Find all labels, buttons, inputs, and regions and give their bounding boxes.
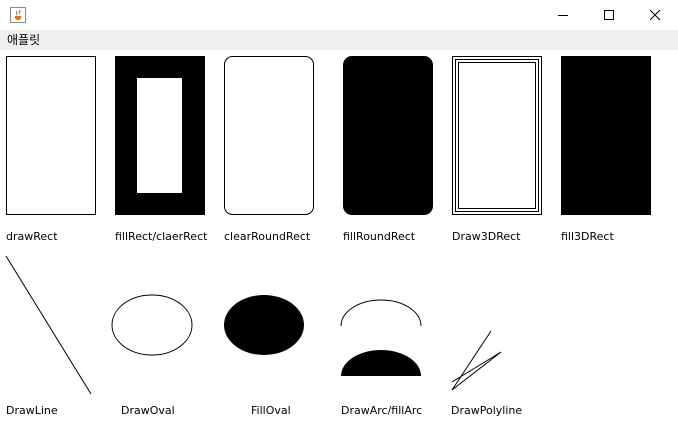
fill-arc-shape: [341, 350, 421, 376]
menu-bar: 애플릿: [0, 30, 678, 50]
draw-oval-shape: [111, 294, 193, 356]
clear-rect-shape: [137, 78, 182, 193]
label-fill-3d-rect: fill3DRect: [561, 230, 614, 243]
maximize-button[interactable]: [586, 0, 632, 30]
label-draw-polyline: DrawPolyline: [451, 404, 523, 417]
label-draw-arc: DrawArc/fillArc: [341, 404, 423, 417]
draw-rect-shape: [6, 56, 96, 215]
draw-arc-shape: [340, 299, 422, 327]
label-fill-oval: FillOval: [251, 404, 291, 417]
fill-3d-rect-shape: [561, 56, 651, 215]
label-fill-rect: fillRect/claerRect: [115, 230, 208, 243]
round-rect-shape: [224, 56, 314, 215]
maximize-icon: [604, 10, 614, 20]
draw-polyline-shape: [451, 330, 502, 391]
close-icon: [649, 9, 661, 21]
title-bar: [0, 0, 678, 31]
label-draw-rect: drawRect: [6, 230, 58, 243]
fill-round-rect-shape: [343, 56, 433, 215]
label-fill-round-rect: fillRoundRect: [343, 230, 416, 243]
minimize-icon: [558, 15, 568, 16]
applet-canvas: drawRect fillRect/claerRect clearRoundRe…: [0, 50, 678, 432]
label-draw-oval: DrawOval: [121, 404, 175, 417]
minimize-button[interactable]: [540, 0, 586, 30]
draw-line-shape: [5, 255, 92, 395]
label-draw-3d-rect: Draw3DRect: [452, 230, 521, 243]
label-draw-line: DrawLine: [6, 404, 58, 417]
label-clear-round-rect: clearRoundRect: [224, 230, 311, 243]
close-button[interactable]: [632, 0, 678, 30]
java-cup-icon[interactable]: [10, 7, 26, 23]
fill-oval-shape: [224, 295, 304, 355]
draw-3d-rect-shape: [452, 56, 542, 215]
menu-applet[interactable]: 애플릿: [7, 32, 40, 48]
